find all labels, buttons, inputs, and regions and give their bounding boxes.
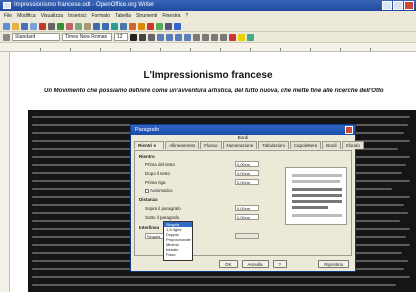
tab-drop-caps[interactable]: Capolettera [289, 141, 322, 149]
close-icon[interactable] [404, 1, 414, 10]
cancel-button[interactable]: Annulla [241, 260, 269, 268]
tab-borders[interactable]: Bordi [322, 141, 341, 149]
bold-icon[interactable] [130, 33, 137, 41]
dialog-button-row: OK Annulla ? [219, 260, 288, 268]
menu-help[interactable]: ? [185, 11, 188, 21]
styles-icon[interactable] [3, 33, 10, 41]
tab-background[interactable]: Sfondo [341, 141, 364, 149]
draw-icon[interactable] [147, 22, 154, 30]
align-left-icon[interactable] [157, 33, 164, 41]
redo-icon[interactable] [102, 22, 109, 30]
before-text-label: Prima del testo [145, 162, 176, 167]
underline-icon[interactable] [148, 33, 155, 41]
tab-numbering[interactable]: Numerazione [222, 141, 258, 149]
font-color-icon[interactable] [229, 33, 236, 41]
menu-table[interactable]: Tabella [115, 11, 131, 21]
document-subtitle: Un Movimento che possiamo definire come … [44, 88, 384, 94]
automatic-option[interactable]: Automatico [145, 188, 173, 193]
paste-icon[interactable] [84, 22, 91, 30]
numbering-icon[interactable] [193, 33, 200, 41]
vertical-ruler[interactable] [0, 52, 10, 292]
font-size-select[interactable]: 12 [114, 33, 128, 41]
bullets-icon[interactable] [202, 33, 209, 41]
print-icon[interactable] [48, 22, 55, 30]
app-icon [3, 2, 11, 9]
after-text-field[interactable]: 0,00cm [235, 170, 259, 176]
after-text-label: Dopo il testo [145, 171, 171, 176]
above-paragraph-label: Sopra il paragrafo [145, 206, 181, 211]
dropdown-option[interactable]: Fisso [164, 252, 192, 257]
undo-icon[interactable] [93, 22, 100, 30]
paragraph-preview [285, 167, 347, 225]
background-color-icon[interactable] [247, 33, 254, 41]
line-spacing-group-label: Interlinea [139, 225, 160, 230]
window-titlebar: Impressionismo francese.odt - OpenOffice… [0, 0, 416, 11]
line-spacing-dropdown[interactable]: Singola 1,5 righe Doppia Proporzionale M… [163, 221, 193, 261]
dialog-tabs: Rientri e spaziature Allineamento Flusso… [131, 141, 364, 162]
menu-view[interactable]: Visualizza [41, 11, 63, 21]
menu-file[interactable]: File [4, 11, 12, 21]
chart-icon[interactable] [138, 22, 145, 30]
menu-window[interactable]: Finestra [162, 11, 180, 21]
pdf-export-icon[interactable] [39, 22, 46, 30]
tab-text-flow[interactable]: Flusso di testo [200, 141, 222, 162]
ok-button[interactable]: OK [219, 260, 238, 268]
open-folder-icon[interactable] [12, 22, 19, 30]
indent-group-label: Rientro [139, 154, 155, 159]
new-document-icon[interactable] [3, 22, 10, 30]
decrease-indent-icon[interactable] [211, 33, 218, 41]
increase-indent-icon[interactable] [220, 33, 227, 41]
first-line-label: Prima riga [145, 180, 166, 185]
hyperlink-icon[interactable] [111, 22, 118, 30]
spellcheck-icon[interactable] [57, 22, 64, 30]
maximize-icon[interactable] [393, 1, 403, 10]
document-title: L'Impressionismo francese [143, 70, 273, 81]
tab-tabs[interactable]: Tabulazioni [258, 141, 289, 149]
save-icon[interactable] [21, 22, 28, 30]
before-text-field[interactable]: 0,00cm [235, 161, 259, 167]
copy-icon[interactable] [75, 22, 82, 30]
table-icon[interactable] [120, 22, 127, 30]
navigator-icon[interactable] [156, 22, 163, 30]
cut-icon[interactable] [66, 22, 73, 30]
align-center-icon[interactable] [166, 33, 173, 41]
automatic-label: Automatico [150, 188, 173, 193]
reset-button[interactable]: Ripristina [318, 260, 349, 268]
help-icon[interactable] [174, 22, 181, 30]
above-paragraph-field[interactable]: 0,00cm [235, 205, 259, 211]
zoom-icon[interactable] [165, 22, 172, 30]
align-right-icon[interactable] [175, 33, 182, 41]
menu-tools[interactable]: Strumenti [136, 11, 157, 21]
highlight-icon[interactable] [238, 33, 245, 41]
paragraph-dialog: Paragrafo Bordi Rientri e spaziature All… [130, 124, 364, 272]
first-line-field[interactable]: 0,00cm [235, 179, 259, 185]
italic-icon[interactable] [139, 33, 146, 41]
image-icon[interactable] [129, 22, 136, 30]
dialog-title: Paragrafo [135, 127, 160, 133]
spacing-group-label: Distanza [139, 197, 158, 202]
horizontal-ruler[interactable] [0, 43, 416, 52]
minimize-icon[interactable] [382, 1, 392, 10]
email-icon[interactable] [30, 22, 37, 30]
tab-indents-spacing[interactable]: Rientri e spaziature [134, 141, 165, 155]
dialog-titlebar: Paragrafo [131, 125, 355, 135]
justify-icon[interactable] [184, 33, 191, 41]
paragraph-style-select[interactable]: Standard [12, 33, 60, 41]
formatting-toolbar: Standard Times New Roman 12 [0, 32, 416, 43]
line-spacing-value-field[interactable] [235, 233, 259, 239]
menu-format[interactable]: Formato [91, 11, 110, 21]
menubar: File Modifica Visualizza Inserisci Forma… [0, 11, 416, 21]
menu-insert[interactable]: Inserisci [68, 11, 86, 21]
menu-edit[interactable]: Modifica [17, 11, 36, 21]
font-name-select[interactable]: Times New Roman [62, 33, 112, 41]
standard-toolbar [0, 21, 416, 32]
dialog-close-icon[interactable] [345, 126, 353, 134]
window-title: Impressionismo francese.odt - OpenOffice… [14, 2, 155, 8]
below-paragraph-field[interactable]: 0,00cm [235, 214, 259, 220]
automatic-checkbox[interactable] [145, 188, 149, 193]
below-paragraph-label: Sotto il paragrafo [145, 215, 180, 220]
help-button[interactable]: ? [272, 260, 288, 268]
tab-alignment[interactable]: Allineamento [165, 141, 200, 149]
